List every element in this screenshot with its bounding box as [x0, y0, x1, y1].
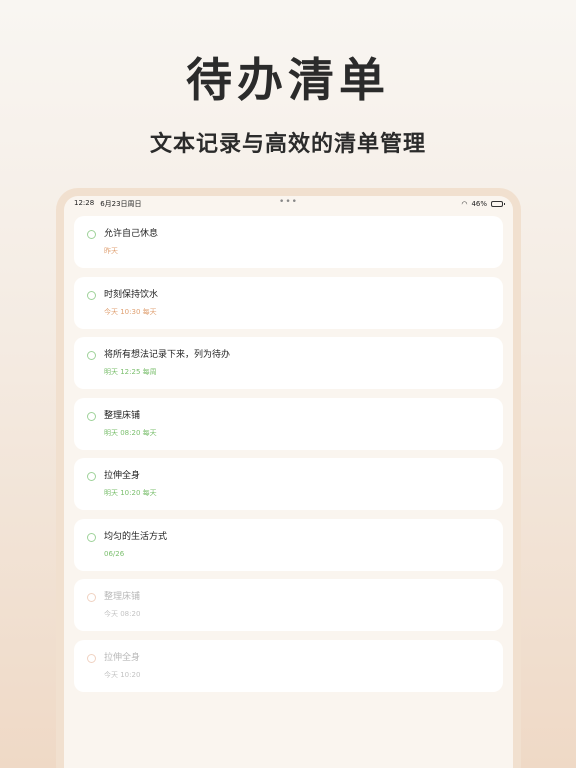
task-meta: 今天 08:20 — [104, 610, 141, 618]
task-card[interactable]: 均匀的生活方式 06/26 — [74, 518, 503, 571]
app-screen: 12:28 6月23日周日 ••• ◠ 46% 允许自己休息 昨天 时刻保持饮水… — [64, 196, 513, 768]
battery-icon — [491, 201, 505, 207]
task-card[interactable]: 整理床铺 今天 08:20 — [74, 579, 503, 631]
task-checkbox[interactable] — [87, 532, 96, 542]
task-title: 均匀的生活方式 — [104, 531, 168, 542]
task-card[interactable]: 拉伸全身 今天 10:20 — [74, 639, 503, 692]
device-frame: 12:28 6月23日周日 ••• ◠ 46% 允许自己休息 昨天 时刻保持饮水… — [56, 188, 521, 768]
multitask-dots-icon[interactable]: ••• — [279, 197, 298, 207]
task-card[interactable]: 整理床铺 明天 08:20 每天 — [74, 397, 503, 450]
task-checkbox[interactable] — [87, 472, 96, 481]
task-title: 拉伸全身 — [104, 471, 141, 481]
task-title: 时刻保持饮水 — [104, 289, 159, 300]
status-time: 12:28 — [74, 199, 95, 207]
task-title: 允许自己休息 — [104, 229, 159, 239]
task-meta: 昨天 — [104, 247, 118, 255]
task-title: 拉伸全身 — [104, 652, 141, 663]
battery-percent: 46% — [471, 200, 487, 208]
wifi-icon: ◠ — [461, 200, 468, 208]
status-date: 6月23日周日 — [100, 200, 142, 208]
task-list: 允许自己休息 昨天 时刻保持饮水 今天 10:30 每天 将所有想法记录下来，列… — [64, 212, 513, 692]
task-checkbox[interactable] — [87, 653, 96, 663]
task-checkbox[interactable] — [87, 411, 96, 421]
hero-subtitle: 文本记录与高效的清单管理 — [149, 132, 426, 157]
task-meta: 明天 10:20 每天 — [104, 489, 157, 497]
task-title: 将所有想法记录下来，列为待办 — [104, 350, 231, 360]
task-meta: 今天 10:30 每天 — [104, 307, 157, 316]
task-checkbox[interactable] — [87, 230, 96, 239]
task-checkbox[interactable] — [87, 351, 96, 360]
status-bar: 12:28 6月23日周日 ••• ◠ 46% — [64, 196, 513, 212]
task-card[interactable]: 将所有想法记录下来，列为待办 明天 12:25 每周 — [74, 337, 503, 389]
task-card[interactable]: 拉伸全身 明天 10:20 每天 — [74, 458, 503, 510]
task-meta: 06/26 — [104, 549, 125, 558]
task-checkbox[interactable] — [87, 593, 96, 602]
task-checkbox[interactable] — [87, 290, 96, 300]
task-card[interactable]: 允许自己休息 昨天 — [74, 216, 503, 268]
task-card[interactable]: 时刻保持饮水 今天 10:30 每天 — [74, 276, 503, 329]
task-meta: 明天 12:25 每周 — [104, 368, 157, 376]
hero-title: 待办清单 — [186, 53, 390, 107]
task-meta: 今天 10:20 — [104, 670, 141, 679]
task-meta: 明天 08:20 每天 — [104, 428, 157, 437]
task-title: 整理床铺 — [104, 410, 141, 421]
task-title: 整理床铺 — [104, 592, 141, 602]
